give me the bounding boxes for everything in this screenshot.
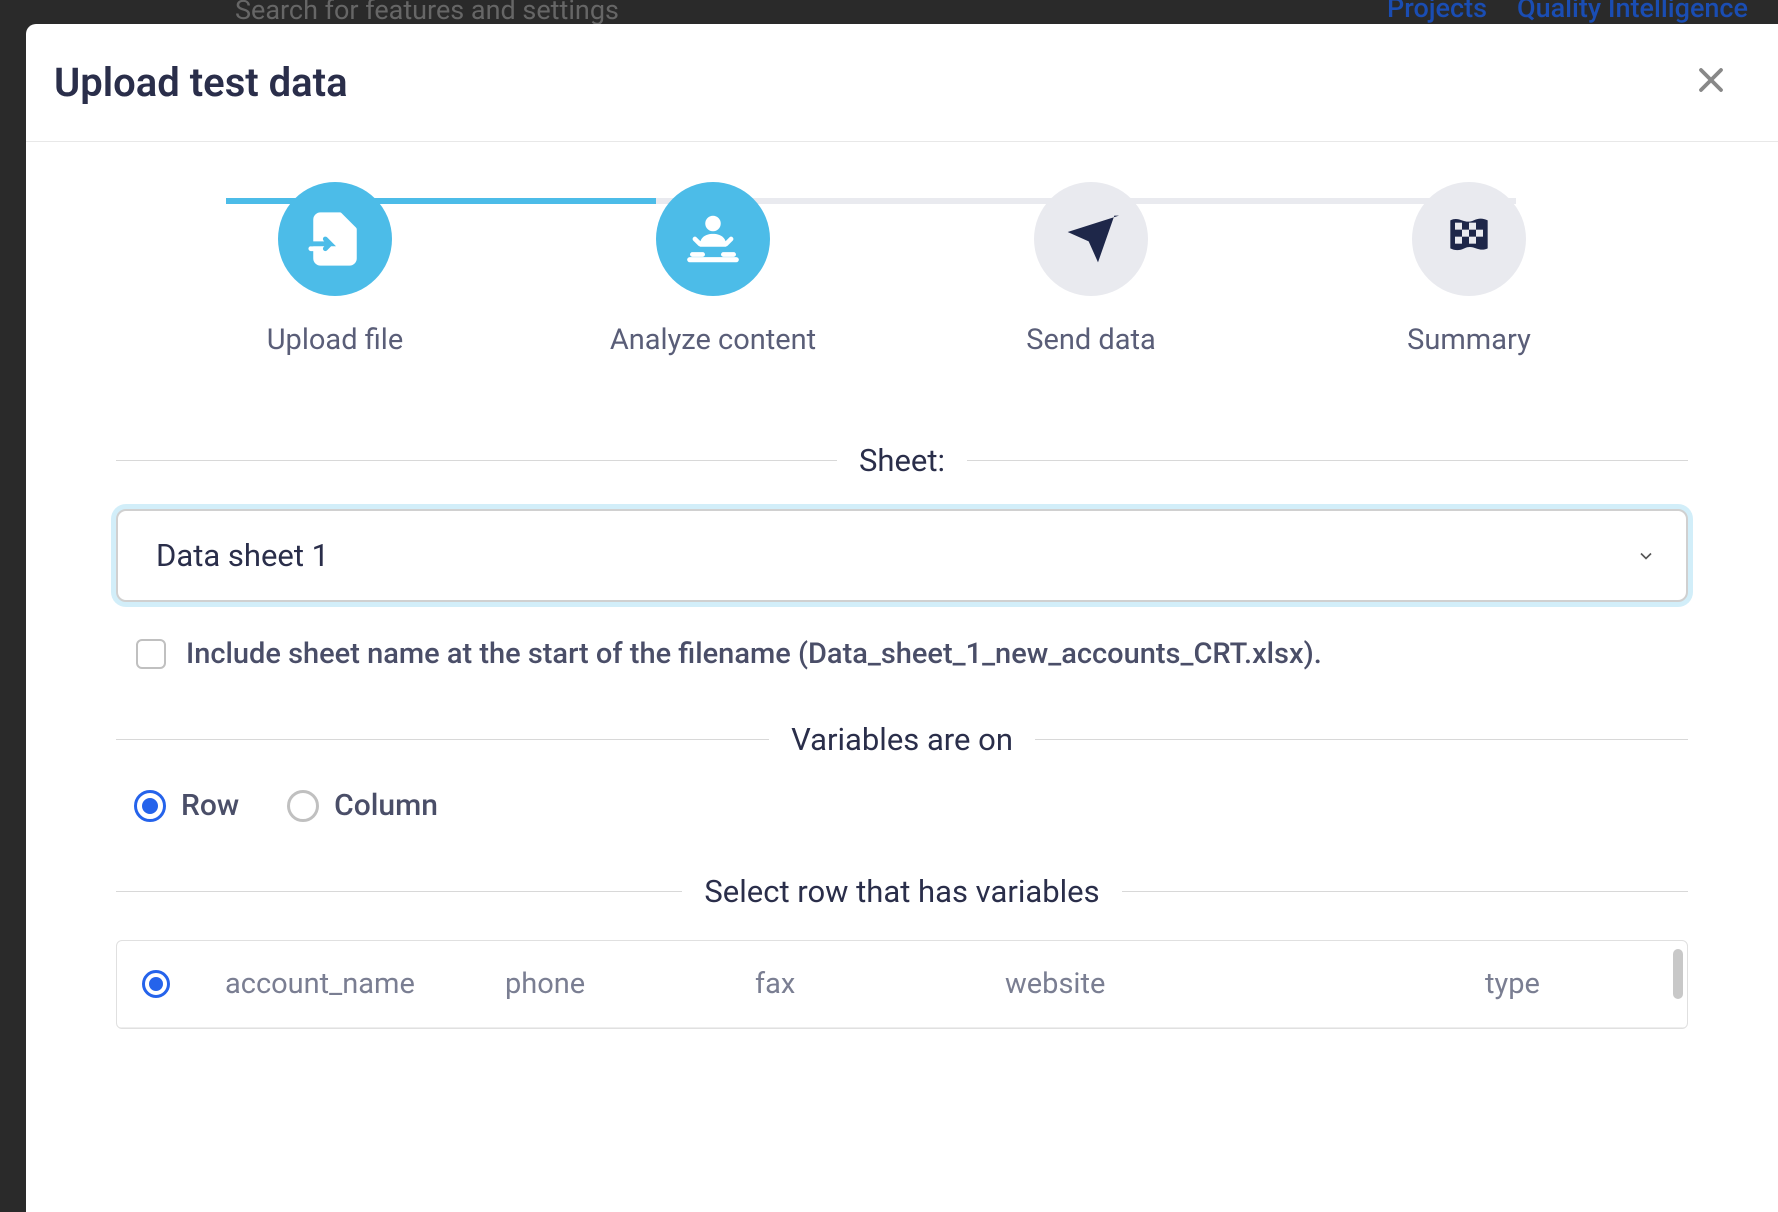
include-sheet-name-row[interactable]: Include sheet name at the start of the f… — [116, 637, 1688, 671]
step-send-data[interactable]: Send data — [902, 182, 1280, 357]
table-cell: type — [1485, 967, 1662, 1001]
wizard-stepper: Upload file Analyze content Send data Su… — [26, 142, 1778, 407]
table-cell: phone — [505, 967, 755, 1001]
step-circle-2 — [656, 182, 770, 296]
table-row[interactable]: account_name phone fax website type — [117, 941, 1687, 1028]
top-nav-bg: Projects Quality Intelligence — [1387, 0, 1778, 24]
table-cell: fax — [755, 967, 1005, 1001]
table-cell: account_name — [225, 967, 505, 1001]
modal-content: Sheet: Data sheet 1 Include sheet name a… — [26, 407, 1778, 1029]
divider — [116, 891, 682, 892]
include-sheet-name-label: Include sheet name at the start of the f… — [186, 637, 1322, 671]
flag-checkered-icon — [1441, 211, 1497, 267]
row-radio[interactable] — [134, 790, 166, 822]
divider — [1035, 739, 1688, 740]
variable-row-table: account_name phone fax website type — [116, 940, 1688, 1029]
modal-title: Upload test data — [54, 59, 348, 106]
table-cell: website — [1005, 967, 1485, 1001]
close-button[interactable] — [1696, 64, 1726, 102]
variables-column-option[interactable]: Column — [287, 788, 438, 823]
section-header-variables: Variables are on — [116, 721, 1688, 758]
step-circle-4 — [1412, 182, 1526, 296]
column-radio-label: Column — [334, 788, 438, 823]
divider — [116, 460, 837, 461]
select-row-section-title: Select row that has variables — [682, 873, 1121, 910]
sheet-select-wrap: Data sheet 1 — [116, 509, 1688, 602]
sheet-select[interactable]: Data sheet 1 — [116, 509, 1688, 602]
row-select-radio[interactable] — [142, 970, 170, 998]
row-radio-label: Row — [181, 788, 239, 823]
step-upload-file[interactable]: Upload file — [146, 182, 524, 357]
variables-section-title: Variables are on — [769, 721, 1035, 758]
variables-row-option[interactable]: Row — [134, 788, 239, 823]
modal-header: Upload test data — [26, 24, 1778, 142]
step-analyze-content[interactable]: Analyze content — [524, 182, 902, 357]
step-circle-3 — [1034, 182, 1148, 296]
close-icon — [1696, 65, 1726, 95]
divider — [116, 739, 769, 740]
step-label-3: Send data — [1026, 323, 1156, 357]
search-placeholder-bg: Search for features and settings — [235, 0, 619, 26]
nav-projects: Projects — [1387, 0, 1487, 24]
step-label-4: Summary — [1407, 323, 1531, 357]
step-label-1: Upload file — [267, 323, 404, 357]
send-icon — [1063, 211, 1119, 267]
include-sheet-name-checkbox[interactable] — [136, 639, 166, 669]
sheet-section-title: Sheet: — [837, 442, 967, 479]
divider — [1122, 891, 1688, 892]
section-header-select-row: Select row that has variables — [116, 873, 1688, 910]
nav-quality: Quality Intelligence — [1517, 0, 1748, 24]
scrollbar[interactable] — [1673, 949, 1683, 999]
upload-test-data-modal: Upload test data Upload file Analyze con… — [26, 24, 1778, 1212]
step-summary[interactable]: Summary — [1280, 182, 1658, 357]
variables-radio-group: Row Column — [116, 788, 1688, 823]
divider — [967, 460, 1688, 461]
step-circle-1 — [278, 182, 392, 296]
section-header-sheet: Sheet: — [116, 442, 1688, 479]
person-analyze-icon — [682, 208, 744, 270]
file-import-icon — [306, 210, 364, 268]
step-label-2: Analyze content — [610, 323, 816, 357]
column-radio[interactable] — [287, 790, 319, 822]
